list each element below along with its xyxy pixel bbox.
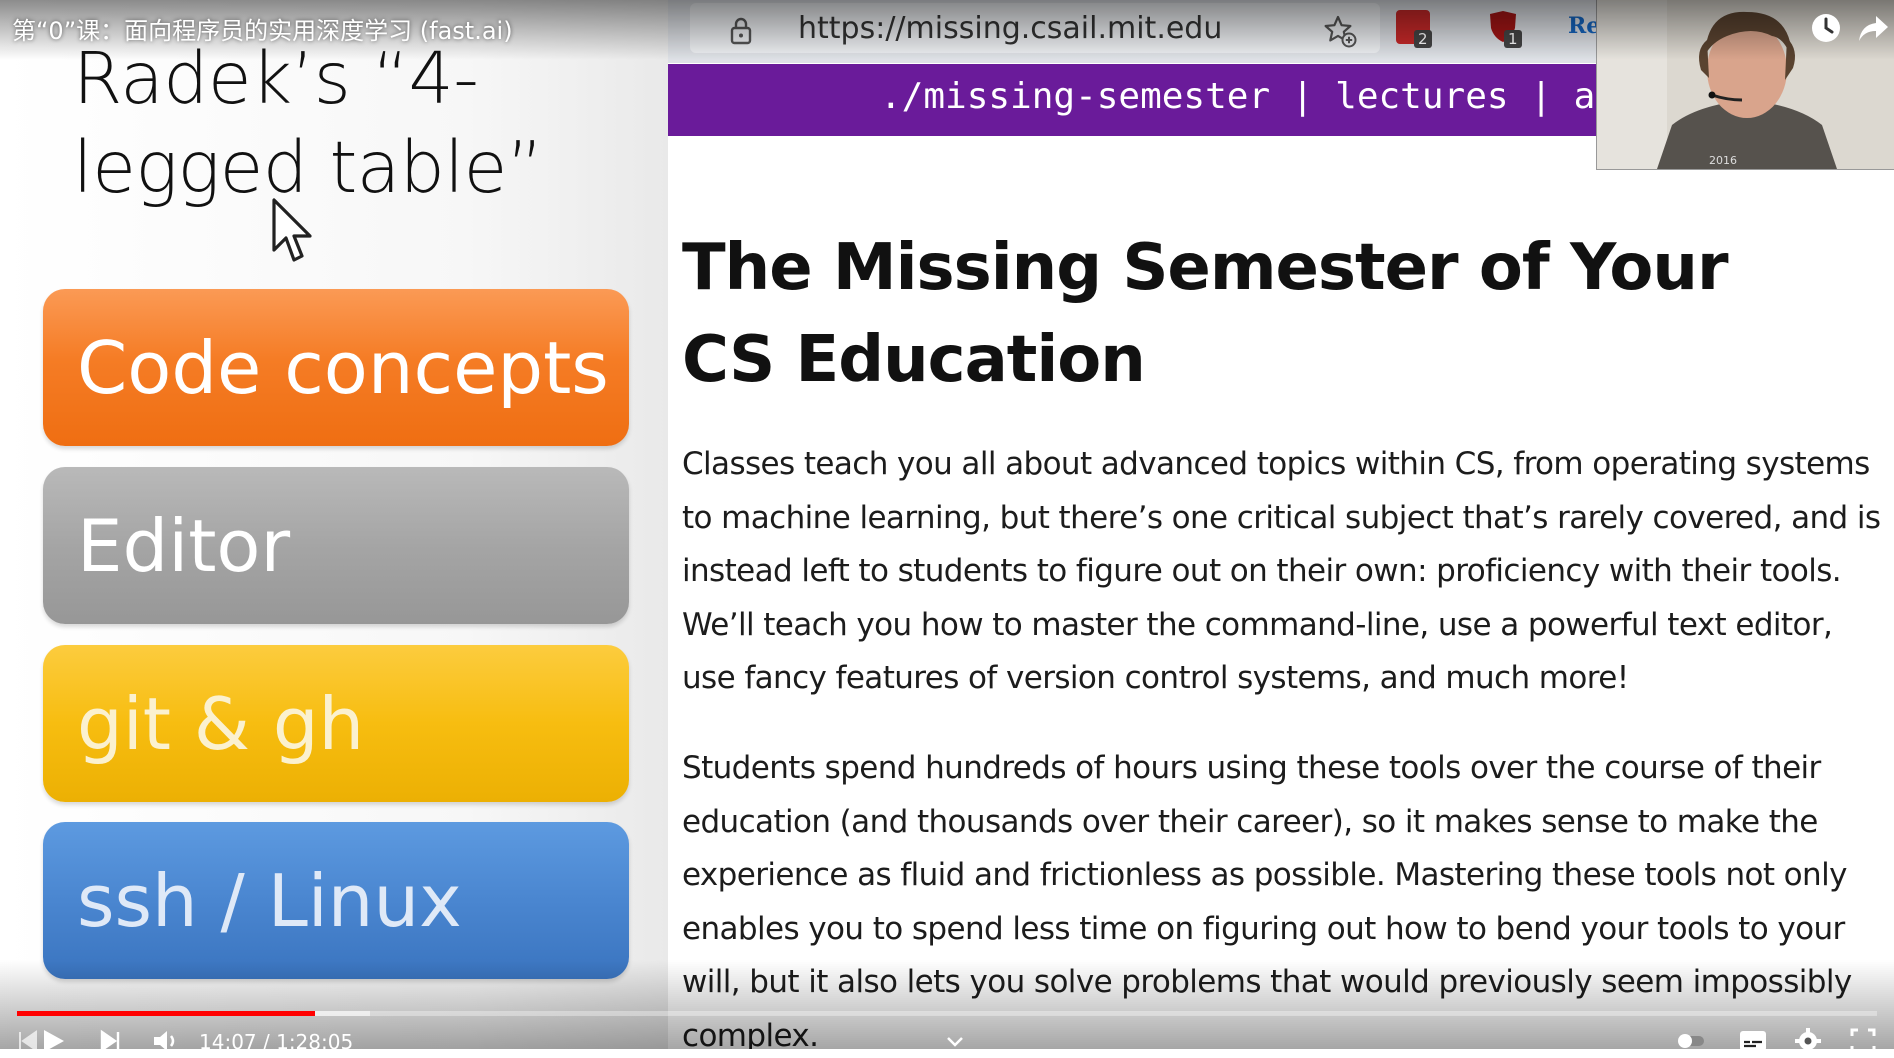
url-text[interactable]: https://missing.csail.mit.edu — [798, 11, 1222, 46]
subtitles-icon[interactable] — [1738, 1026, 1768, 1056]
ublock-extension-icon[interactable]: 1 — [1486, 10, 1522, 48]
bookmark-star-icon[interactable] — [1322, 13, 1358, 49]
volume-icon[interactable] — [150, 1026, 180, 1056]
settings-gear-icon[interactable] — [1793, 1026, 1823, 1056]
play-icon[interactable] — [38, 1026, 68, 1056]
extension-icon-1[interactable]: 2 — [1396, 10, 1432, 48]
progress-played — [17, 1011, 315, 1016]
pillar-code-concepts: Code concepts — [43, 289, 629, 446]
share-arrow-icon[interactable] — [1856, 10, 1892, 46]
next-icon[interactable] — [96, 1026, 126, 1056]
lock-icon[interactable] — [730, 17, 752, 45]
pillar-git-gh: git & gh — [43, 645, 629, 802]
time-current: 14:07 — [199, 1030, 257, 1054]
watch-later-clock-icon[interactable] — [1808, 10, 1844, 46]
video-title[interactable]: 第“0”课：面向程序员的实用深度学习 (fast.ai) — [12, 11, 513, 46]
fullscreen-icon[interactable] — [1848, 1026, 1878, 1056]
presenter-image — [1597, 0, 1894, 169]
page-heading: The Missing Semester of Your CS Educatio… — [682, 231, 1729, 397]
shirt-text: 2016 — [1709, 154, 1737, 167]
autoplay-toggle-icon[interactable] — [1676, 1026, 1706, 1056]
extension-icon-3[interactable]: Re — [1566, 10, 1596, 44]
pillar-ssh-linux: ssh / Linux — [43, 822, 629, 979]
time-separator: / — [256, 1030, 277, 1054]
site-nav-links[interactable]: ./missing-semester | lectures | a — [880, 76, 1595, 117]
pillar-editor: Editor — [43, 467, 629, 624]
mouse-cursor-icon — [272, 198, 312, 262]
extension-badge-1: 2 — [1414, 30, 1432, 48]
intro-paragraph-1: Classes teach you all about advanced top… — [682, 446, 1881, 696]
chevron-down-icon[interactable] — [940, 1028, 970, 1058]
time-display: 14:07 / 1:28:05 — [199, 1030, 353, 1054]
slide-panel: Radek’s “4-legged table” Code concepts E… — [0, 0, 668, 1049]
slide-title: Radek’s “4-legged table” — [73, 37, 544, 209]
extension-badge-2: 1 — [1504, 30, 1522, 48]
progress-bar[interactable] — [17, 1011, 1877, 1016]
webcam-overlay: 2016 — [1596, 0, 1894, 170]
extension-label: Re — [1568, 13, 1596, 39]
time-total: 1:28:05 — [276, 1030, 354, 1054]
address-bar[interactable]: https://missing.csail.mit.edu — [690, 3, 1380, 53]
